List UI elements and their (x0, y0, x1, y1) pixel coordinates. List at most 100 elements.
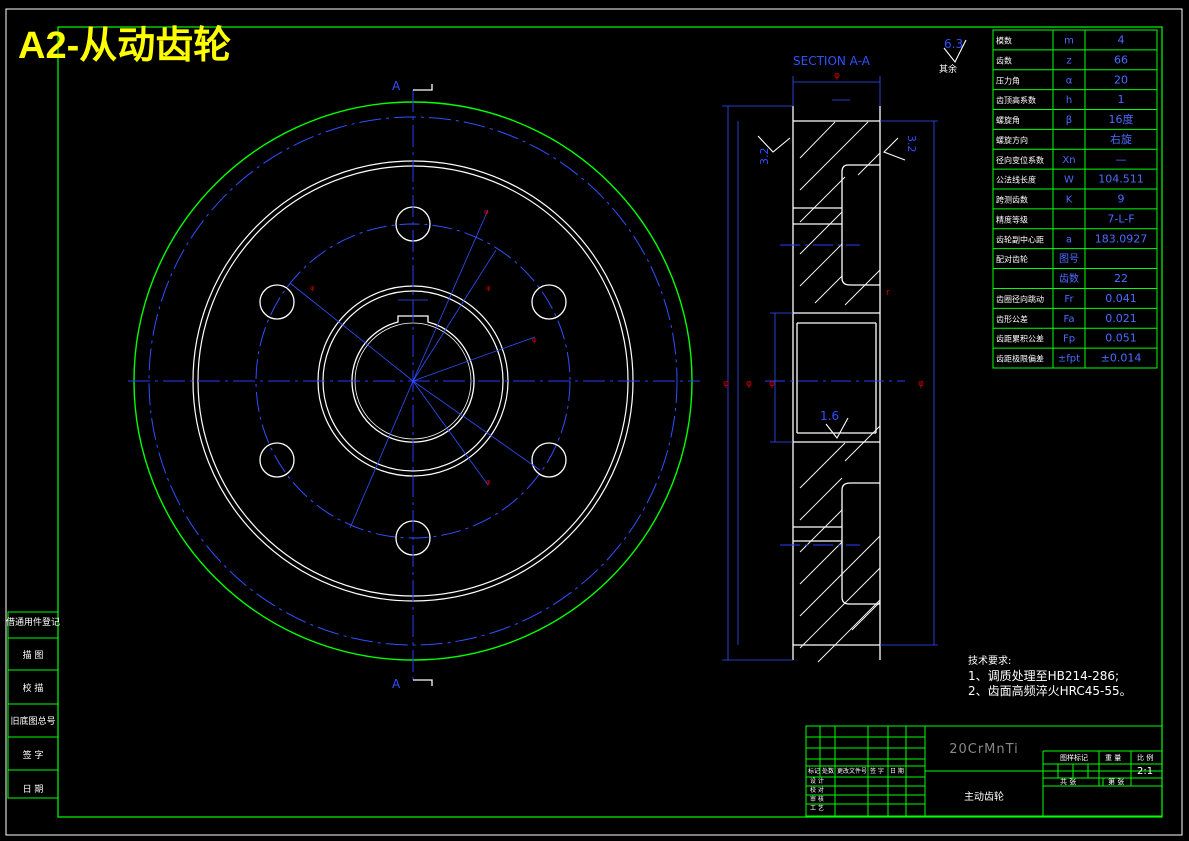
svg-text:φ: φ (484, 208, 489, 216)
svg-text:r: r (886, 288, 890, 298)
tech-item: 1、调质处理至HB214-286; (968, 669, 1119, 683)
param-value: 20 (1114, 73, 1128, 86)
section-hatch (799, 121, 881, 663)
tech-item: 2、齿面高频淬火HRC45-55。 (968, 683, 1132, 698)
finish-right: 3.2 (905, 135, 918, 153)
param-label: 精度等级 (996, 214, 1028, 224)
tech-heading: 技术要求: (968, 654, 1011, 667)
title-block-text: 20CrMnTi 主动齿轮 图样标记 重 量 比 例 2:1 共 张 第 张 标… (808, 742, 1153, 812)
finish-left: 3.2 (758, 148, 771, 166)
param-value: 0.021 (1105, 312, 1137, 325)
param-value: 1 (1118, 93, 1125, 106)
svg-text:φ: φ (723, 379, 729, 389)
left-strip-label: 日 期 (23, 784, 44, 795)
front-view: φ φ φ φ φ A A (128, 79, 700, 691)
left-strip-label: 旧底图总号 (10, 715, 55, 727)
rev-header: 更改文件号 (837, 767, 867, 775)
param-label: 齿顶高系数 (996, 95, 1036, 105)
section-centerlines (765, 244, 905, 546)
param-label: 螺旋方向 (996, 135, 1028, 145)
svg-text:φ: φ (746, 379, 752, 389)
param-label: 齿数 (996, 55, 1012, 65)
svg-text:φ: φ (486, 478, 491, 486)
param-label: 径向变位系数 (996, 155, 1044, 165)
section-title: SECTION A-A (793, 54, 871, 68)
finish-general-note: 其余 (939, 63, 957, 75)
section-outline (792, 106, 881, 660)
rev-header: 签 字 (870, 767, 884, 775)
param-symbol: 齿数 (1059, 272, 1079, 285)
svg-text:φ: φ (918, 379, 924, 389)
role-label: 校 对 (810, 786, 824, 794)
param-symbol: ±fpt (1058, 354, 1080, 365)
inner-frame (57, 26, 1163, 818)
param-value: 右旋 (1110, 132, 1132, 146)
rev-header: 日 期 (890, 767, 904, 775)
role-label: 设 计 (810, 777, 824, 785)
param-label: 齿形公差 (996, 314, 1028, 324)
rev-header: 处数 (822, 767, 834, 775)
svg-text:φ: φ (486, 284, 491, 292)
param-symbol: K (1066, 195, 1073, 206)
param-label: 螺旋角 (996, 115, 1020, 125)
param-symbol: α (1066, 75, 1073, 86)
param-symbol: Fr (1064, 294, 1074, 305)
param-value: 16度 (1109, 112, 1134, 126)
material-label: 20CrMnTi (949, 742, 1019, 757)
weight-label: 重 量 (1105, 754, 1121, 762)
param-value: 4 (1118, 34, 1125, 47)
svg-text:φ: φ (532, 336, 537, 344)
ratio-label: 比 例 (1137, 753, 1153, 762)
svg-text:φ: φ (310, 284, 315, 292)
param-value: 22 (1114, 272, 1128, 285)
left-strip-label: 描 图 (23, 649, 44, 661)
param-symbol: 图号 (1059, 253, 1079, 265)
param-label: 齿距累积公差 (996, 334, 1044, 344)
param-value: 104.511 (1098, 173, 1144, 186)
param-label: 齿轮副中心距 (996, 234, 1044, 244)
param-value: 66 (1114, 53, 1128, 66)
svg-text:φ: φ (769, 379, 775, 389)
param-value: 7-L-F (1107, 212, 1134, 225)
part-name: 主动齿轮 (964, 790, 1004, 803)
drawing-title: A2-从动齿轮 (18, 25, 231, 67)
param-label: 齿距极限偏差 (996, 354, 1044, 364)
section-view: φ φ φ φ φ r SECTION A-A 3.2 3.2 1.6 6.3 … (722, 37, 967, 663)
param-label: 齿圈径向跳动 (996, 294, 1044, 304)
param-value: 0.051 (1105, 332, 1137, 345)
param-symbol: a (1066, 234, 1072, 245)
finish-general: 6.3 (944, 37, 963, 51)
section-mark-letter: A (392, 677, 401, 691)
param-symbol: β (1066, 115, 1072, 126)
param-label: 跨测齿数 (996, 195, 1028, 205)
left-strip-label: 签 字 (23, 749, 44, 761)
param-symbol: z (1066, 55, 1071, 66)
param-value: 0.041 (1105, 292, 1137, 305)
param-value: 183.0927 (1095, 232, 1148, 245)
left-strip (7, 611, 59, 799)
param-symbol: m (1064, 36, 1074, 47)
role-label: 工 艺 (810, 804, 824, 812)
left-strip-label: 校 描 (23, 682, 44, 694)
param-label: 压力角 (996, 75, 1020, 85)
sheet-count: 共 张 (1060, 777, 1076, 786)
finish-bore: 1.6 (820, 409, 839, 423)
svg-text:φ: φ (834, 71, 840, 81)
rev-header: 标记 (808, 767, 820, 775)
outer-frame (5, 8, 1183, 836)
param-label: 公法线长度 (996, 175, 1036, 185)
gear-param-table: 模数 m 4 齿数 z 66 压力角 α 20 齿顶高系数 h 1 螺旋角 β 16度螺旋方向 右旋径向变位系… (992, 29, 1158, 369)
tech-requirements: 技术要求: 1、调质处理至HB214-286; 2、齿面高频淬火HRC45-55… (968, 654, 1132, 698)
cad-drawing: A2-从动齿轮 借通用件登记 描 图 校 描 旧底图总号 签 字 日 期 φ φ… (5, 8, 1183, 836)
centerlines (128, 90, 700, 680)
param-symbol: Xn (1062, 155, 1075, 166)
scale-value: 2:1 (1137, 766, 1153, 777)
param-label: 配对齿轮 (996, 254, 1028, 264)
left-strip-label: 借通用件登记 (6, 616, 60, 628)
section-mark-letter: A (392, 79, 401, 93)
param-symbol: W (1064, 175, 1074, 186)
section-dimensions (722, 76, 938, 661)
param-value: ±0.014 (1101, 352, 1142, 365)
param-value: — (1116, 153, 1127, 166)
param-label: 模数 (996, 36, 1012, 46)
